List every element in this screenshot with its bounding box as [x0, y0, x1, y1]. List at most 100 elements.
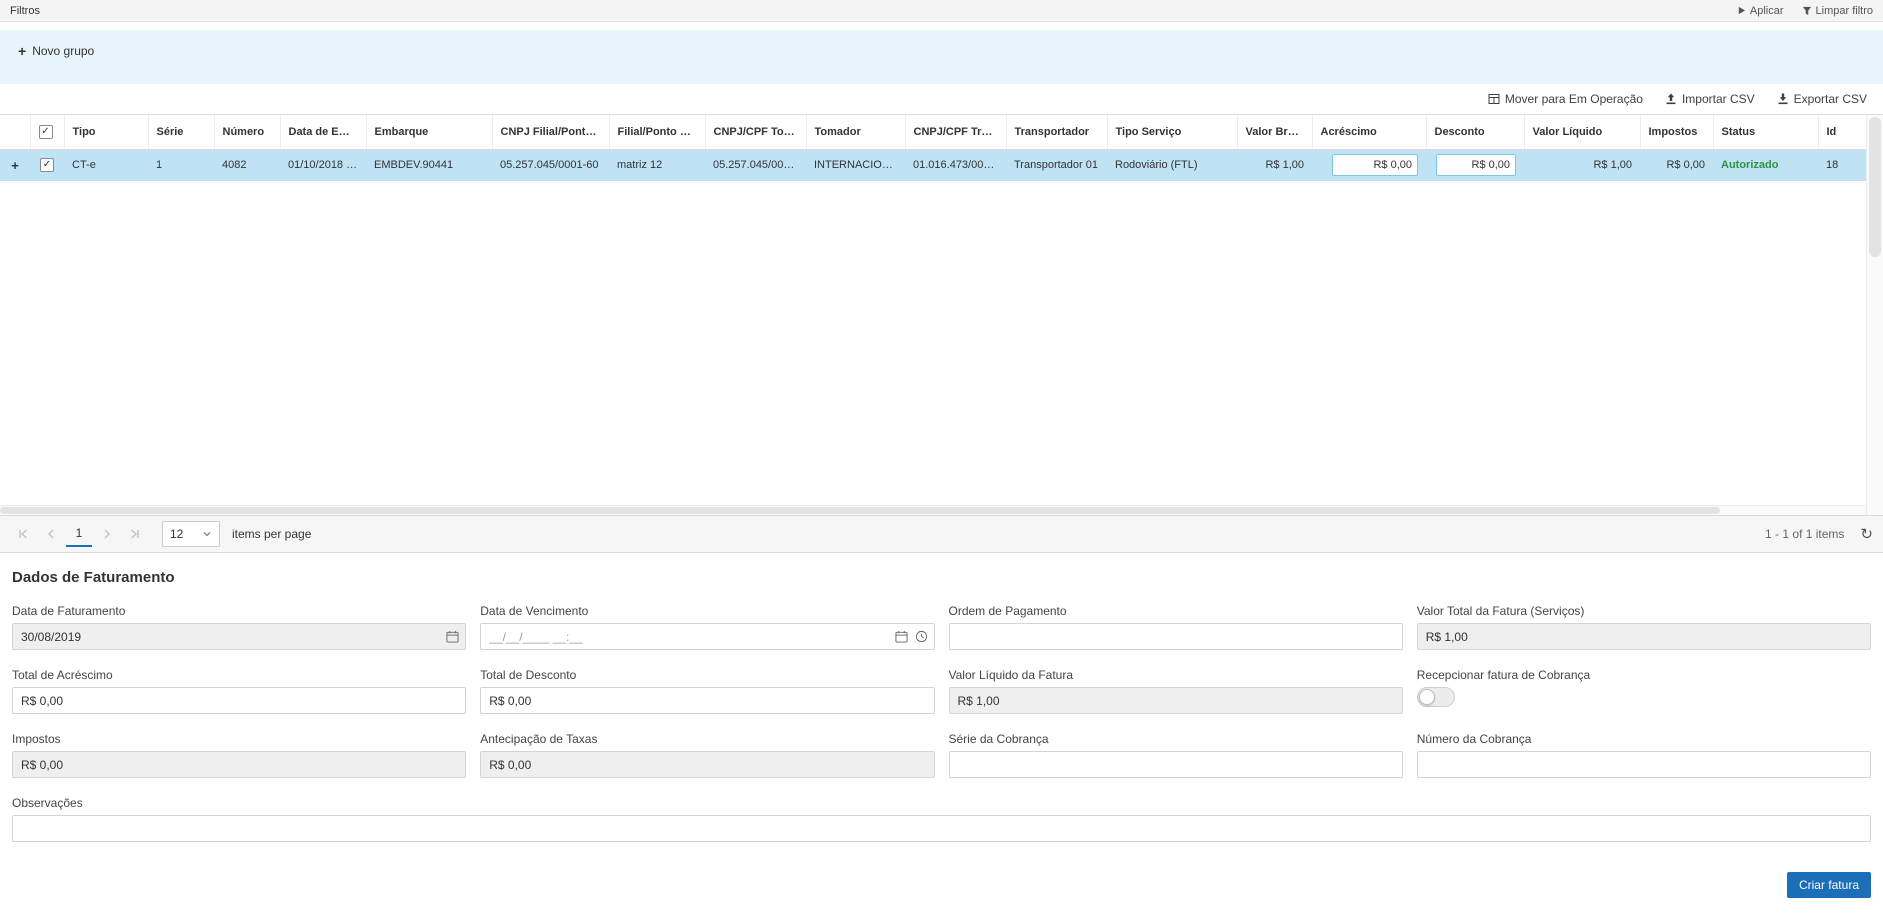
field-valor-liquido: Valor Líquido da Fatura — [949, 668, 1403, 714]
first-page-button[interactable] — [10, 521, 36, 547]
select-all-header[interactable]: ✓ — [30, 115, 64, 149]
column-header-status[interactable]: Status — [1713, 115, 1818, 149]
numero-cobranca-input[interactable] — [1417, 751, 1871, 778]
export-csv-label: Exportar CSV — [1794, 92, 1867, 106]
acrescimo-input[interactable] — [1332, 154, 1418, 176]
field-antecipacao-taxas: Antecipação de Taxas — [480, 732, 934, 778]
column-header-cnpj-filial[interactable]: CNPJ Filial/Ponto de ... — [492, 115, 609, 149]
submit-row: Criar fatura — [12, 872, 1871, 906]
check-icon: ✓ — [43, 160, 51, 170]
last-page-button[interactable] — [122, 521, 148, 547]
column-header-cnpj-cpf-transportador[interactable]: CNPJ/CPF Transp... — [905, 115, 1006, 149]
previous-page-button[interactable] — [38, 521, 64, 547]
cell-embarque: EMBDEV.90441 — [366, 149, 492, 181]
observacoes-input[interactable] — [12, 815, 1871, 842]
column-header-transportador[interactable]: Transportador — [1006, 115, 1107, 149]
filters-actions: Aplicar Limpar filtro — [1737, 5, 1873, 17]
desconto-input[interactable] — [1436, 154, 1516, 176]
horizontal-scrollbar[interactable] — [0, 505, 1866, 515]
column-header-valor-bruto[interactable]: Valor Bruto — [1237, 115, 1312, 149]
serie-cobranca-input[interactable] — [949, 751, 1403, 778]
next-page-button[interactable] — [94, 521, 120, 547]
horizontal-scrollbar-thumb[interactable] — [0, 507, 1720, 514]
cell-cnpj-cpf-tomador: 05.257.045/0001-60 — [705, 149, 806, 181]
page-size-value: 12 — [170, 527, 183, 541]
column-header-tipo[interactable]: Tipo — [64, 115, 148, 149]
page-size-dropdown[interactable]: 12 — [162, 521, 220, 547]
chevron-down-icon — [202, 529, 212, 539]
ordem-pagamento-label: Ordem de Pagamento — [949, 604, 1403, 618]
column-header-impostos[interactable]: Impostos — [1640, 115, 1713, 149]
cell-tomador: INTERNACIONAL E ... — [806, 149, 905, 181]
valor-total-label: Valor Total da Fatura (Serviços) — [1417, 604, 1871, 618]
cell-filial-ponto: matriz 12 — [609, 149, 705, 181]
data-faturamento-input[interactable] — [12, 623, 466, 650]
apply-filter-button[interactable]: Aplicar — [1737, 5, 1784, 17]
row-checkbox[interactable]: ✓ — [40, 158, 54, 172]
total-acrescimo-label: Total de Acréscimo — [12, 668, 466, 682]
items-per-page-label: items per page — [232, 527, 311, 541]
column-header-numero[interactable]: Número — [214, 115, 280, 149]
column-header-valor-liquido[interactable]: Valor Líquido — [1524, 115, 1640, 149]
vertical-scrollbar[interactable] — [1866, 115, 1883, 515]
chevron-right-icon — [101, 528, 113, 540]
ordem-pagamento-input[interactable] — [949, 623, 1403, 650]
column-header-embarque[interactable]: Embarque — [366, 115, 492, 149]
impostos-label: Impostos — [12, 732, 466, 746]
refresh-icon[interactable]: ↻ — [1860, 525, 1873, 543]
cell-impostos: R$ 0,00 — [1640, 149, 1713, 181]
check-icon: ✓ — [41, 127, 49, 137]
calendar-icon[interactable] — [895, 630, 908, 643]
seek-end-icon — [129, 528, 141, 540]
valor-liquido-input — [949, 687, 1403, 714]
column-header-tomador[interactable]: Tomador — [806, 115, 905, 149]
calendar-icon[interactable] — [446, 630, 459, 643]
cell-tipo: CT-e — [64, 149, 148, 181]
vertical-scrollbar-thumb[interactable] — [1869, 117, 1881, 257]
plus-icon: + — [18, 44, 26, 58]
column-header-acrescimo[interactable]: Acréscimo — [1312, 115, 1426, 149]
create-invoice-button[interactable]: Criar fatura — [1787, 872, 1871, 898]
field-recepcionar-cobranca: Recepcionar fatura de Cobrança — [1417, 668, 1871, 714]
total-acrescimo-input[interactable] — [12, 687, 466, 714]
play-icon — [1737, 6, 1746, 15]
column-header-serie[interactable]: Série — [148, 115, 214, 149]
field-total-acrescimo: Total de Acréscimo — [12, 668, 466, 714]
table-row[interactable]: + ✓ CT-e 1 4082 01/10/2018 11:07 EMBDEV.… — [0, 149, 1866, 181]
filter-group-panel: + Novo grupo — [0, 30, 1883, 84]
impostos-input — [12, 751, 466, 778]
expand-row-icon[interactable]: + — [11, 158, 19, 173]
column-header-cnpj-cpf-tomador[interactable]: CNPJ/CPF Tomador — [705, 115, 806, 149]
column-header-filial-ponto[interactable]: Filial/Ponto de O... — [609, 115, 705, 149]
grid-header-row: ✓ Tipo Série Número Data de Emiss... Emb… — [0, 115, 1866, 149]
field-ordem-pagamento: Ordem de Pagamento — [949, 604, 1403, 650]
column-header-desconto[interactable]: Desconto — [1426, 115, 1524, 149]
data-vencimento-input[interactable] — [480, 623, 934, 650]
column-header-id[interactable]: Id — [1818, 115, 1866, 149]
column-header-data-emissao[interactable]: Data de Emiss... — [280, 115, 366, 149]
cell-numero: 4082 — [214, 149, 280, 181]
clear-filter-button[interactable]: Limpar filtro — [1802, 5, 1873, 17]
export-csv-button[interactable]: Exportar CSV — [1777, 92, 1867, 106]
grid-toolbar: Mover para Em Operação Importar CSV Expo… — [0, 84, 1883, 114]
clear-filter-label: Limpar filtro — [1816, 5, 1873, 17]
billing-form: Data de Faturamento Data de Vencimento — [12, 604, 1871, 842]
column-header-expand — [0, 115, 30, 149]
apply-filter-label: Aplicar — [1750, 5, 1784, 17]
move-to-operation-button[interactable]: Mover para Em Operação — [1488, 92, 1643, 106]
observacoes-label: Observações — [12, 796, 1871, 810]
field-data-vencimento: Data de Vencimento — [480, 604, 934, 650]
serie-cobranca-label: Série da Cobrança — [949, 732, 1403, 746]
total-desconto-input[interactable] — [480, 687, 934, 714]
cell-cnpj-filial: 05.257.045/0001-60 — [492, 149, 609, 181]
import-csv-button[interactable]: Importar CSV — [1665, 92, 1755, 106]
numero-cobranca-label: Número da Cobrança — [1417, 732, 1871, 746]
cell-id: 18 — [1818, 149, 1866, 181]
page-number-current[interactable]: 1 — [66, 521, 92, 547]
clock-icon[interactable] — [915, 630, 928, 643]
select-all-checkbox[interactable]: ✓ — [39, 125, 53, 139]
recepcionar-cobranca-toggle[interactable] — [1417, 687, 1455, 707]
column-header-tipo-servico[interactable]: Tipo Serviço — [1107, 115, 1237, 149]
new-group-button[interactable]: + Novo grupo — [12, 40, 100, 62]
field-valor-total: Valor Total da Fatura (Serviços) — [1417, 604, 1871, 650]
